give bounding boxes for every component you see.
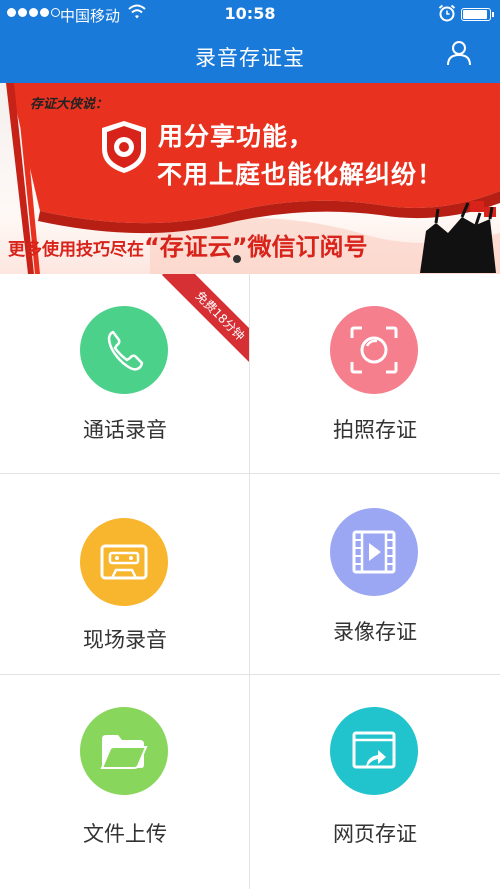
video-icon-circle <box>330 508 418 596</box>
feature-grid: 通话录音 免费18分钟 拍照存证 现场录音 录像存证 文件上传 网页存证 <box>0 274 500 889</box>
feature-label: 现场录音 <box>83 628 167 652</box>
page-title: 录音存证宝 <box>195 46 305 70</box>
free-minutes-badge: 免费18分钟 <box>162 274 250 374</box>
status-time: 10:58 <box>224 4 276 23</box>
column-divider <box>249 274 250 889</box>
feature-label: 文件上传 <box>83 822 167 846</box>
banner-subscribe-text: 更多使用技巧尽在“存证云”微信订阅号 <box>8 227 368 262</box>
battery-icon <box>461 8 494 21</box>
webpage-icon-circle <box>330 707 418 795</box>
feature-label: 网页存证 <box>333 822 417 846</box>
shield-logo-icon <box>102 121 146 173</box>
feature-video-evidence[interactable]: 录像存证 <box>250 474 500 674</box>
feature-label: 拍照存证 <box>333 418 417 442</box>
alarm-clock-icon <box>438 4 456 22</box>
folder-icon <box>100 735 148 769</box>
banner-headline-2: 不用上庭也能化解纠纷！ <box>157 160 444 189</box>
status-bar: 中国移动 10:58 <box>0 0 500 28</box>
cassette-icon <box>100 544 148 580</box>
feature-photo-evidence[interactable]: 拍照存证 <box>250 274 500 473</box>
banner-subscribe-prefix: 更多使用技巧尽在 <box>8 240 144 260</box>
banner-headline-1: 用分享功能， <box>158 122 315 151</box>
top-bar: 中国移动 10:58 录音存证宝 <box>0 0 500 83</box>
feature-label: 通话录音 <box>83 418 167 442</box>
cassette-icon-circle <box>80 518 168 606</box>
camera-icon <box>350 326 398 374</box>
feature-call-recording[interactable]: 通话录音 免费18分钟 <box>0 274 250 473</box>
app-screen: 中国移动 10:58 录音存证宝 存证大侠说： 用分享功能， 不用上庭也能化解纠… <box>0 0 500 889</box>
banner-subscribe-highlight: “存证云”微信订阅号 <box>144 233 368 261</box>
camera-icon-circle <box>330 306 418 394</box>
promo-banner[interactable]: 存证大侠说： 用分享功能， 不用上庭也能化解纠纷！ 更多使用技巧尽在“存证云”微… <box>0 83 500 274</box>
phone-icon-circle <box>80 306 168 394</box>
webpage-icon <box>352 731 396 769</box>
video-icon <box>352 530 396 574</box>
feature-file-upload[interactable]: 文件上传 <box>0 675 250 889</box>
carousel-indicator[interactable] <box>233 255 241 263</box>
user-icon[interactable] <box>445 39 473 67</box>
banner-slogan: 存证大侠说： <box>30 97 109 112</box>
phone-icon <box>107 330 144 371</box>
folder-icon-circle <box>80 707 168 795</box>
feature-live-recording[interactable]: 现场录音 <box>0 474 250 674</box>
feature-webpage-evidence[interactable]: 网页存证 <box>250 675 500 889</box>
feature-label: 录像存证 <box>333 620 417 644</box>
crowd-figures-graphic <box>420 201 496 273</box>
